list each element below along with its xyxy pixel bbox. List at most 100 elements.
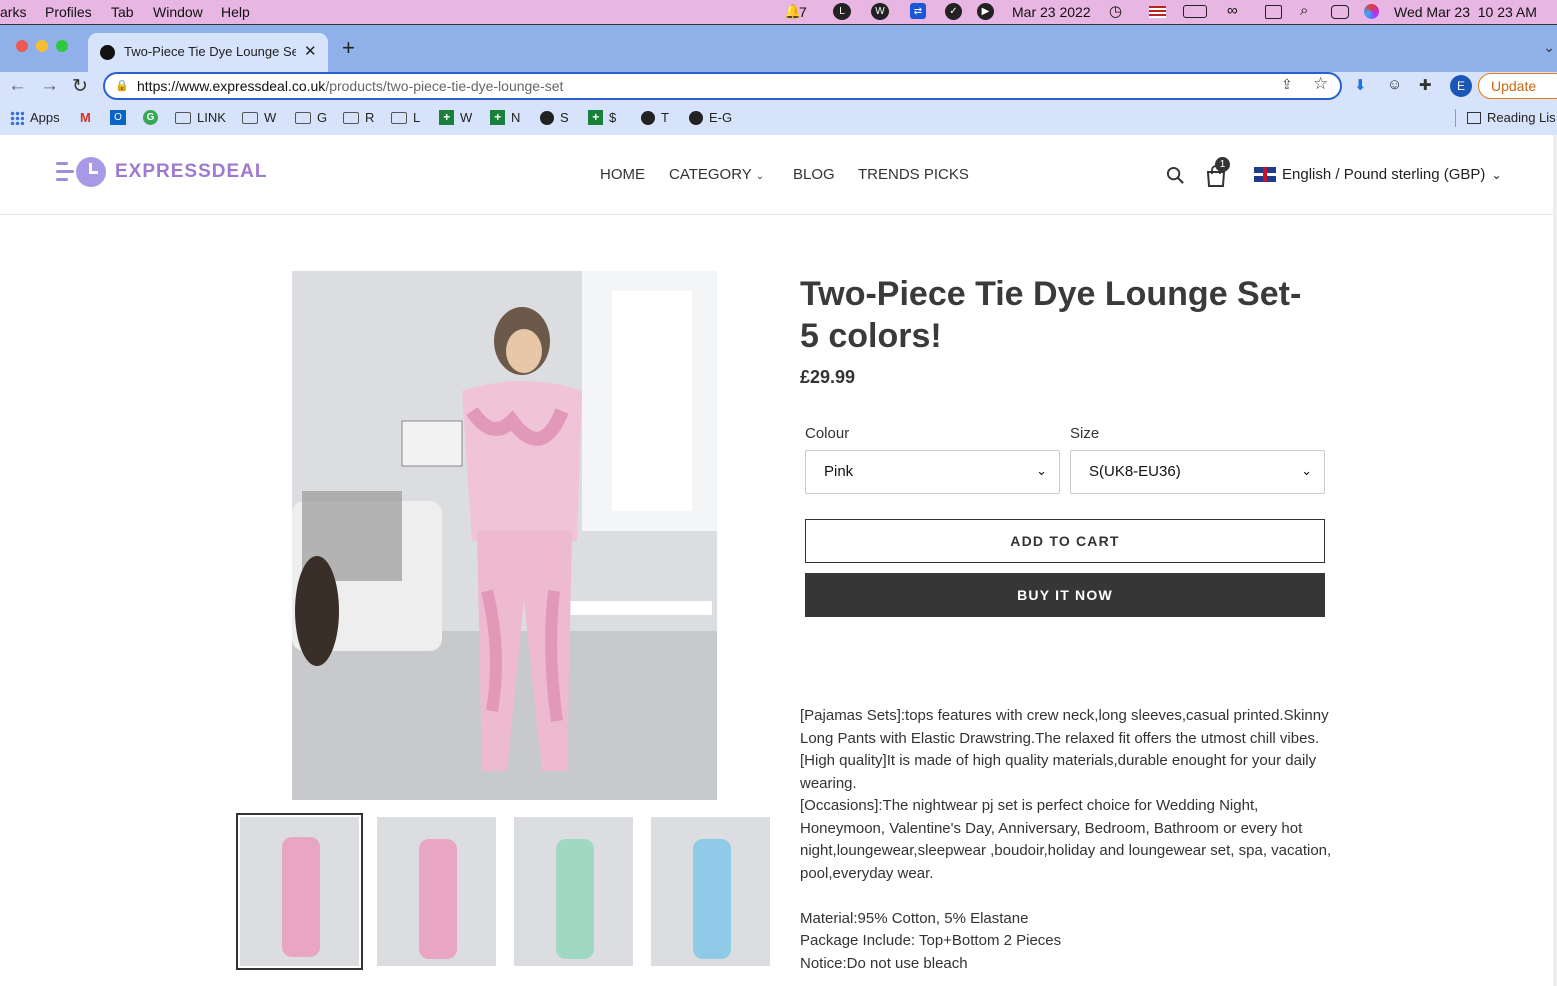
update-button[interactable]: Update bbox=[1478, 73, 1557, 99]
bookmark-label: LINK bbox=[197, 110, 226, 125]
thumbnail-1[interactable] bbox=[236, 813, 363, 970]
menu-item-bookmarks[interactable]: arks bbox=[0, 4, 26, 20]
buy-it-now-button[interactable]: BUY IT NOW bbox=[805, 573, 1325, 617]
chevron-down-icon: ⌄ bbox=[755, 171, 765, 182]
bookmark-folder-l[interactable]: L bbox=[391, 110, 420, 125]
product-price: £29.99 bbox=[800, 367, 856, 387]
time-machine-icon[interactable]: ◷ bbox=[1109, 2, 1122, 20]
bookmark-label: G bbox=[317, 110, 328, 125]
bookmark-folder-g[interactable]: G bbox=[295, 110, 327, 125]
tab-close-icon[interactable]: ✕ bbox=[304, 42, 317, 60]
add-to-cart-button[interactable]: ADD TO CART bbox=[805, 519, 1325, 563]
product-main-image[interactable] bbox=[292, 271, 717, 800]
thumbnail-image bbox=[514, 817, 633, 966]
menu-item-help[interactable]: Help bbox=[221, 4, 250, 20]
bookmark-star-icon[interactable]: ☆ bbox=[1313, 74, 1328, 94]
url-text[interactable]: https://www.expressdeal.co.uk/products/t… bbox=[137, 78, 563, 94]
description-paragraph: Notice:Do not use bleach bbox=[800, 954, 968, 972]
bookmark-g[interactable]: G bbox=[143, 110, 158, 125]
thumbnail-3[interactable] bbox=[514, 817, 633, 966]
tab-title: Two-Piece Tie Dye Lounge Set bbox=[124, 44, 296, 59]
thumbnail-image bbox=[651, 817, 770, 966]
store-logo[interactable]: EXPRESSDEAL bbox=[56, 157, 267, 187]
menu-item-tab[interactable]: Tab bbox=[111, 4, 134, 20]
chevron-down-icon: ⌄ bbox=[1301, 463, 1312, 478]
folder-icon bbox=[242, 111, 258, 124]
page-scrollbar[interactable] bbox=[1553, 135, 1557, 986]
download-icon[interactable]: ⬇ bbox=[1354, 76, 1367, 94]
nav-blog[interactable]: BLOG bbox=[793, 166, 835, 183]
bookmark-folder-w[interactable]: W bbox=[242, 110, 276, 125]
notification-count: 7 bbox=[799, 4, 807, 20]
grid-icon[interactable] bbox=[1265, 5, 1282, 19]
product-title-line: 5 colors! bbox=[800, 317, 942, 355]
bookmark-t[interactable]: T bbox=[641, 110, 669, 125]
colour-label: Colour bbox=[805, 425, 850, 442]
battery-icon[interactable] bbox=[1183, 5, 1207, 18]
back-arrow-icon[interactable]: ← bbox=[8, 75, 27, 97]
teamviewer-icon[interactable]: ⇄ bbox=[910, 3, 926, 19]
bookmark-label: E-G bbox=[709, 110, 733, 125]
line-icon[interactable]: L bbox=[833, 3, 851, 20]
search-icon[interactable] bbox=[1166, 166, 1185, 185]
minimize-window-button[interactable] bbox=[36, 40, 48, 52]
bookmark-w[interactable]: + W bbox=[439, 110, 472, 125]
menubar-clock: Wed Mar 23 10 23 AM bbox=[1394, 4, 1537, 20]
wechat-icon[interactable]: W bbox=[871, 3, 889, 20]
bookmark-e-g[interactable]: E-G bbox=[689, 110, 732, 125]
address-bar[interactable]: 🔒 https://www.expressdeal.co.uk/products… bbox=[103, 72, 1342, 100]
plus-icon: + bbox=[490, 110, 505, 125]
colour-select[interactable]: Pink ⌄ bbox=[805, 450, 1060, 494]
reading-list-button[interactable]: Reading Lis bbox=[1467, 110, 1556, 125]
reload-icon[interactable]: ↻ bbox=[72, 75, 88, 98]
bookmark-label: W bbox=[264, 110, 277, 125]
locale-selector[interactable]: English / Pound sterling (GBP) ⌄ bbox=[1254, 166, 1502, 183]
bookmark-outlook[interactable]: O bbox=[110, 110, 126, 125]
zoom-window-button[interactable] bbox=[56, 40, 68, 52]
new-tab-button[interactable]: + bbox=[342, 35, 355, 61]
bookmark-folder-r[interactable]: R bbox=[343, 110, 374, 125]
model-photo bbox=[292, 271, 717, 800]
bookmark-n[interactable]: + N bbox=[490, 110, 520, 125]
size-select[interactable]: S(UK8-EU36) ⌄ bbox=[1070, 450, 1325, 494]
tab-search-chevron-icon[interactable]: ⌄ bbox=[1543, 39, 1555, 56]
play-icon[interactable]: ▶ bbox=[977, 3, 994, 20]
close-window-button[interactable] bbox=[16, 40, 28, 52]
search-icon[interactable]: ⌕ bbox=[1300, 2, 1308, 19]
chevron-down-icon: ⌄ bbox=[1036, 463, 1047, 478]
bookmark-label: R bbox=[365, 110, 375, 125]
folder-icon bbox=[343, 111, 359, 124]
bookmark-folder-link[interactable]: LINK bbox=[175, 110, 226, 125]
us-flag-icon[interactable] bbox=[1149, 6, 1166, 18]
thumbnail-2[interactable] bbox=[377, 817, 496, 966]
bookmark-s[interactable]: S bbox=[540, 110, 569, 125]
tab-product[interactable]: Two-Piece Tie Dye Lounge Set ✕ bbox=[88, 33, 328, 73]
forward-arrow-icon[interactable]: → bbox=[40, 75, 59, 97]
bookmark-gmail[interactable]: M bbox=[80, 110, 91, 125]
bookmark-apps[interactable]: Apps bbox=[10, 110, 60, 125]
product-description: [Pajamas Sets]:tops features with crew n… bbox=[800, 705, 1340, 975]
extensions-puzzle-icon[interactable]: ✚ bbox=[1419, 76, 1432, 94]
bookmarks-divider bbox=[1455, 109, 1456, 127]
nav-home[interactable]: HOME bbox=[600, 166, 645, 183]
check-icon[interactable]: ✓ bbox=[945, 3, 962, 20]
nav-category[interactable]: CATEGORY ⌄ bbox=[669, 166, 764, 183]
share-icon[interactable]: ⇪ bbox=[1281, 76, 1293, 93]
siri-icon[interactable] bbox=[1364, 4, 1379, 19]
lock-icon[interactable]: 🔒 bbox=[115, 79, 129, 92]
menu-item-profiles[interactable]: Profiles bbox=[45, 4, 92, 20]
nav-trends-picks[interactable]: TRENDS PICKS bbox=[858, 166, 969, 183]
link-icon[interactable]: ∞ bbox=[1227, 2, 1238, 19]
plus-icon: + bbox=[588, 110, 603, 125]
description-paragraph: [Pajamas Sets]:tops features with crew n… bbox=[800, 707, 1329, 747]
product-title: Two-Piece Tie Dye Lounge Set- 5 colors! bbox=[800, 273, 1340, 357]
thumb-garment bbox=[693, 839, 731, 959]
bookmark-dollar[interactable]: + $ bbox=[588, 110, 616, 125]
bookmark-label: $ bbox=[609, 110, 617, 125]
menu-item-window[interactable]: Window bbox=[153, 4, 203, 20]
profile-avatar[interactable]: E bbox=[1450, 75, 1472, 97]
extension-face-icon[interactable]: ☺ bbox=[1387, 76, 1402, 93]
thumbnail-4[interactable] bbox=[651, 817, 770, 966]
web-page: EXPRESSDEAL HOME CATEGORY ⌄ BLOG TRENDS … bbox=[0, 135, 1553, 986]
control-center-icon[interactable] bbox=[1331, 5, 1349, 19]
